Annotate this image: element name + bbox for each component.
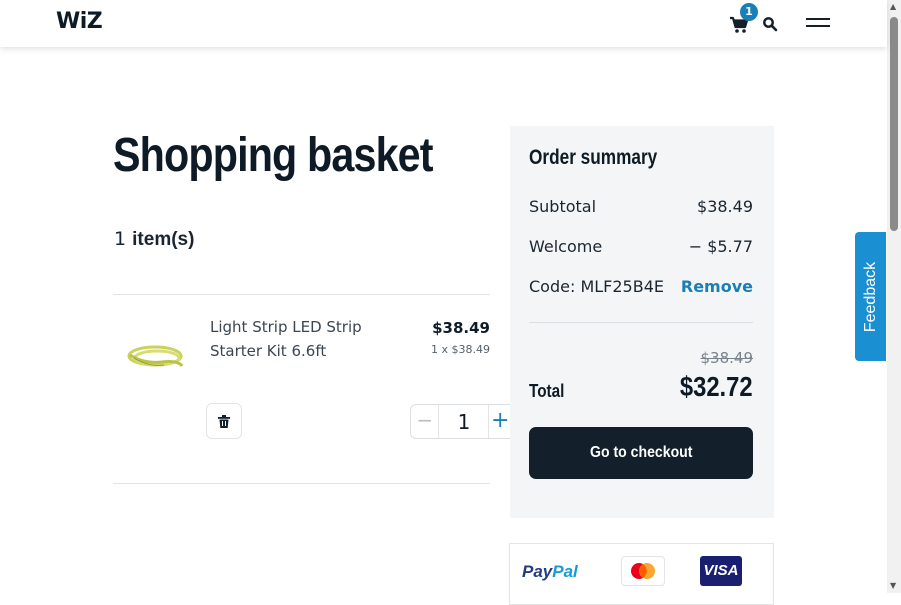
trash-icon [218, 414, 230, 428]
original-total: $38.49 [700, 349, 754, 367]
remove-code-link[interactable]: Remove [681, 277, 753, 296]
order-summary-title: Order summary [529, 146, 658, 169]
promo-code-label: Code: MLF25B4E [529, 277, 664, 296]
paypal-logo-pal: Pal [552, 562, 578, 581]
mastercard-logo [621, 556, 665, 586]
cart-count-badge: 1 [740, 3, 758, 21]
subtotal-value: $38.49 [697, 197, 753, 216]
search-icon[interactable] [762, 16, 778, 32]
quantity-stepper: − 1 + [410, 404, 511, 439]
checkout-button-label: Go to checkout [589, 444, 693, 461]
summary-divider [529, 322, 753, 323]
feedback-tab[interactable]: Feedback [855, 232, 886, 361]
promo-code-row: Code: MLF25B4E Remove [529, 277, 753, 296]
total-value: $32.72 [680, 371, 753, 402]
feedback-label: Feedback [861, 261, 879, 332]
item-count-number: 1 [114, 228, 127, 250]
page-scrollbar[interactable]: ▲ ▼ [887, 0, 901, 593]
product-unit-price: 1 x $38.49 [431, 343, 490, 356]
product-price: $38.49 [432, 319, 490, 337]
visa-logo: VISA [700, 556, 742, 586]
quantity-decrease-button[interactable]: − [411, 405, 440, 438]
remove-item-button[interactable] [206, 403, 242, 439]
go-to-checkout-button[interactable]: Go to checkout [529, 427, 753, 479]
scrollbar-thumb[interactable] [890, 17, 898, 231]
total-label: Total [529, 381, 565, 401]
product-name[interactable]: Light Strip LED Strip Starter Kit 6.6ft [210, 315, 390, 363]
payment-methods: PayPal VISA [509, 543, 774, 605]
product-thumbnail[interactable] [124, 336, 186, 376]
paypal-logo-pay: Pay [522, 562, 553, 581]
subtotal-label: Subtotal [529, 197, 597, 216]
scroll-down-arrow-icon[interactable]: ▼ [890, 582, 896, 590]
scroll-up-arrow-icon[interactable]: ▲ [890, 3, 896, 11]
basket-divider-bottom [113, 483, 490, 484]
subtotal-row: Subtotal $38.49 [529, 197, 753, 216]
top-navigation-bar: WiZ 1 [0, 0, 887, 47]
discount-value: − $5.77 [688, 237, 753, 256]
item-count-label: item(s) [132, 229, 195, 250]
discount-row: Welcome − $5.77 [529, 237, 753, 256]
item-count: 1 item(s) [114, 228, 194, 251]
mastercard-icon [631, 563, 655, 579]
page-title: Shopping basket [113, 129, 434, 182]
paypal-logo: PayPal [522, 562, 578, 582]
order-summary-panel: Order summary Subtotal $38.49 Welcome − … [510, 126, 774, 518]
quantity-increase-button[interactable]: + [488, 405, 511, 438]
basket-divider-top [113, 294, 490, 295]
wiz-logo[interactable]: WiZ [56, 9, 103, 34]
menu-icon[interactable] [806, 17, 830, 29]
discount-label: Welcome [529, 237, 603, 256]
quantity-input[interactable]: 1 [439, 410, 488, 434]
